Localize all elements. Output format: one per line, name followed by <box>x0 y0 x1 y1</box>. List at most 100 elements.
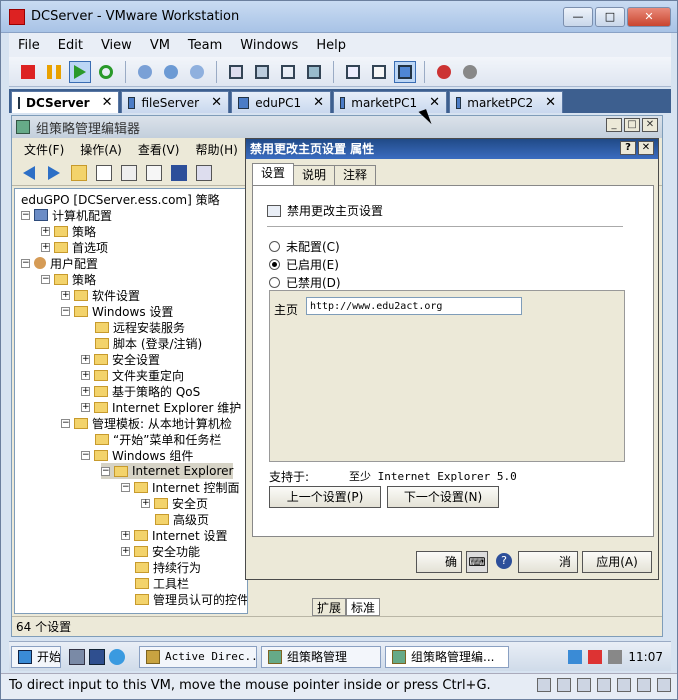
radio-disabled[interactable]: 已禁用(D) <box>269 274 341 291</box>
tree-node[interactable]: − 管理模板: 从本地计算机检 <box>61 415 232 431</box>
tree-node[interactable]: + 首选项 <box>41 239 108 255</box>
close-icon[interactable]: ✕ <box>417 95 440 110</box>
tree-node[interactable]: − 用户配置 <box>21 255 98 271</box>
next-setting-button[interactable]: 下一个设置(N) <box>387 486 499 508</box>
expand-icon[interactable]: + <box>81 354 90 364</box>
expand-icon[interactable]: + <box>61 290 70 300</box>
collapse-icon[interactable]: − <box>21 258 30 268</box>
tree-node[interactable]: 工具栏 <box>135 575 189 591</box>
tree-node[interactable]: + 策略 <box>41 223 96 239</box>
start-button[interactable]: 开始 <box>11 645 61 668</box>
powershell-icon[interactable] <box>89 648 105 665</box>
task-gpm[interactable]: 组策略管理 <box>261 645 381 668</box>
tab-fileserver[interactable]: fileServer ✕ <box>121 91 229 113</box>
close-icon[interactable]: ✕ <box>301 95 324 110</box>
tree-node[interactable]: − Internet 控制面 <box>121 479 239 495</box>
home-page-input[interactable] <box>306 297 522 315</box>
close-icon[interactable]: ✕ <box>199 95 222 110</box>
gpe-menu-action[interactable]: 操作(A) <box>72 141 130 158</box>
sound-icon[interactable] <box>637 678 651 692</box>
collapse-icon[interactable]: − <box>121 482 130 492</box>
suspend-button[interactable] <box>43 61 65 83</box>
close-icon[interactable]: ✕ <box>90 95 113 110</box>
tree-node[interactable]: − Windows 设置 <box>61 303 173 319</box>
collapse-icon[interactable]: − <box>41 274 50 284</box>
expand-icon[interactable]: + <box>81 386 90 396</box>
collapse-icon[interactable]: − <box>81 450 90 460</box>
tree-node[interactable]: + 安全设置 <box>81 351 160 367</box>
usb-icon[interactable] <box>617 678 631 692</box>
menu-team[interactable]: Team <box>179 38 231 53</box>
unity-button[interactable] <box>303 61 325 83</box>
close-icon[interactable]: ✕ <box>533 95 556 110</box>
maximize-button[interactable]: □ <box>595 7 625 27</box>
snapshot-manager-button[interactable] <box>186 61 208 83</box>
expand-icon[interactable]: + <box>81 402 90 412</box>
collapse-icon[interactable]: − <box>101 466 110 476</box>
task-active-directory[interactable]: Active Direc... <box>139 645 257 668</box>
power-off-button[interactable] <box>17 61 39 83</box>
gpe-minimize-button[interactable]: _ <box>606 118 622 132</box>
show-hide-tree-button[interactable] <box>93 162 115 184</box>
sidebar-button[interactable] <box>225 61 247 83</box>
tree-node[interactable]: eduGPO [DCServer.ess.com] 策略 <box>21 191 220 207</box>
tab-dcserver[interactable]: DCServer ✕ <box>11 91 119 113</box>
expand-icon[interactable]: + <box>141 498 150 508</box>
dialog-close-button[interactable]: ✕ <box>638 141 654 155</box>
power-on-button[interactable] <box>69 60 91 83</box>
tree-node[interactable]: + 安全页 <box>141 495 208 511</box>
speaker-icon[interactable] <box>608 649 623 664</box>
vm-settings-button[interactable] <box>433 61 455 83</box>
expand-icon[interactable]: + <box>41 226 50 236</box>
apply-button[interactable]: 应用(A) <box>582 551 652 573</box>
tree-node[interactable]: 脚本 (登录/注销) <box>95 335 202 351</box>
network-icon[interactable] <box>588 649 603 664</box>
tray-icon[interactable] <box>568 649 583 664</box>
gpe-menu-help[interactable]: 帮助(H) <box>187 141 245 158</box>
tree-node[interactable]: “开始”菜单和任务栏 <box>95 431 221 447</box>
tab-explain[interactable]: 说明 <box>293 165 336 185</box>
hdd-icon[interactable] <box>537 678 551 692</box>
show-pane-button[interactable] <box>193 162 215 184</box>
server-manager-icon[interactable] <box>69 648 85 665</box>
tab-setting[interactable]: 设置 <box>252 163 295 185</box>
tree-node[interactable]: − 计算机配置 <box>21 207 112 223</box>
menu-vm[interactable]: VM <box>141 38 179 53</box>
tab-standard[interactable]: 标准 <box>346 598 381 616</box>
tree-node[interactable]: + 基于策略的 QoS <box>81 383 200 399</box>
tree-node[interactable]: + 文件夹重定向 <box>81 367 184 383</box>
preferences-button[interactable] <box>459 61 481 83</box>
previous-setting-button[interactable]: 上一个设置(P) <box>269 486 381 508</box>
gpe-menu-file[interactable]: 文件(F) <box>16 141 72 158</box>
menu-help[interactable]: Help <box>307 38 355 53</box>
tree-node[interactable]: − Windows 组件 <box>81 447 193 463</box>
console-tab-button[interactable] <box>394 60 416 83</box>
summary-view-button[interactable] <box>368 61 390 83</box>
menu-edit[interactable]: Edit <box>49 38 92 53</box>
forward-button[interactable] <box>43 162 65 184</box>
tree-node[interactable]: − Internet Explorer <box>101 463 234 479</box>
gpe-maximize-button[interactable]: □ <box>624 118 640 132</box>
tree-node[interactable]: 高级页 <box>155 511 209 527</box>
help-button[interactable] <box>168 162 190 184</box>
tab-edupc1[interactable]: eduPC1 ✕ <box>231 91 331 113</box>
tree-node[interactable]: − 策略 <box>41 271 96 287</box>
collapse-icon[interactable]: − <box>21 210 30 220</box>
ie-icon[interactable] <box>109 648 125 665</box>
radio-not-configured[interactable]: 未配置(C) <box>269 238 340 255</box>
menu-windows[interactable]: Windows <box>231 38 307 53</box>
revert-button[interactable] <box>160 61 182 83</box>
cdrom-icon[interactable] <box>557 678 571 692</box>
fullscreen-button[interactable] <box>277 61 299 83</box>
tree-node[interactable]: + Internet 设置 <box>121 527 227 543</box>
radio-enabled[interactable]: 已启用(E) <box>269 256 339 273</box>
tree-node[interactable]: + Internet Explorer 维护 <box>81 399 241 415</box>
policy-tree[interactable]: eduGPO [DCServer.ess.com] 策略 − 计算机配置 + 策略 + 首选… <box>14 188 248 614</box>
close-button[interactable]: ✕ <box>627 7 671 27</box>
expand-icon[interactable]: + <box>121 530 130 540</box>
dialog-help-button[interactable]: ? <box>620 141 636 155</box>
menu-view[interactable]: View <box>92 38 141 53</box>
up-button[interactable] <box>68 162 90 184</box>
collapse-icon[interactable]: − <box>61 306 70 316</box>
task-gpe[interactable]: 组策略管理编... <box>385 645 509 668</box>
